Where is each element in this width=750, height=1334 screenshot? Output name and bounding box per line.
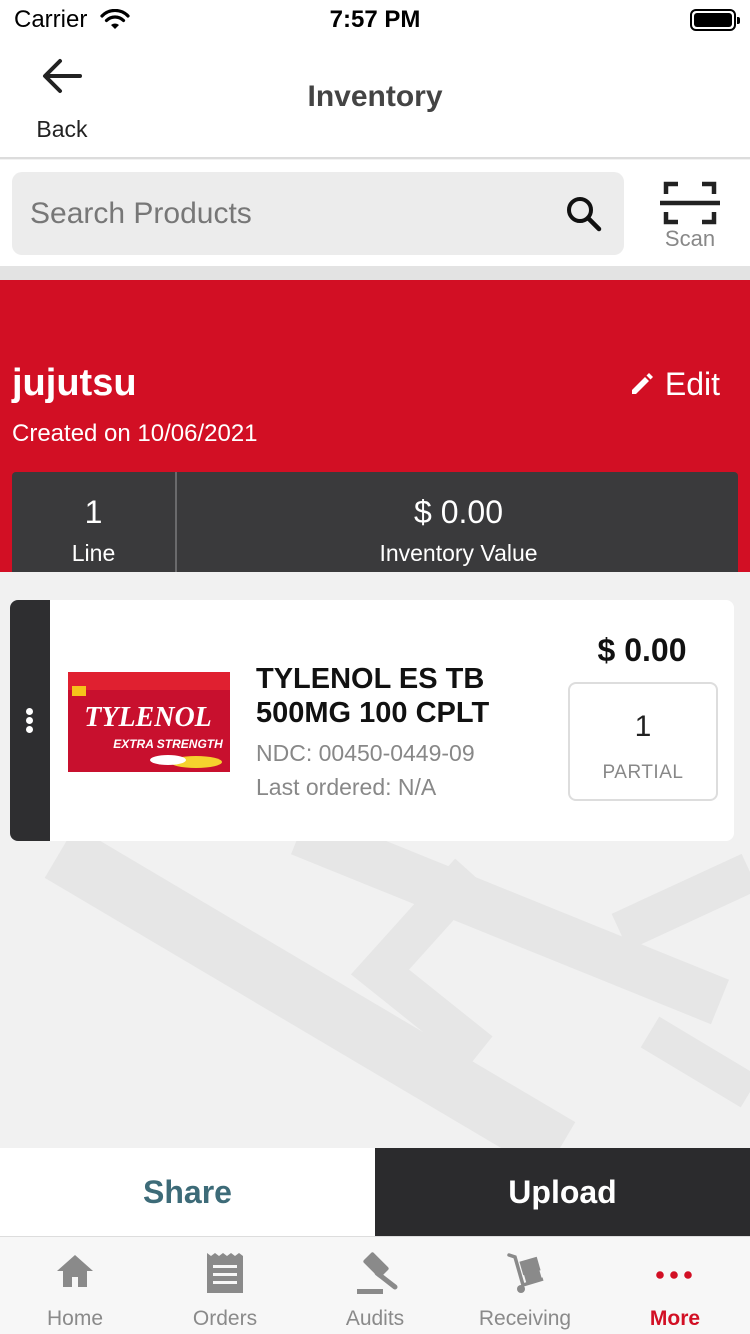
product-last-ordered: Last ordered: N/A: [256, 774, 437, 800]
edit-label: Edit: [664, 365, 720, 402]
quantity-value: 1: [634, 710, 652, 743]
scan-button[interactable]: Scan: [650, 174, 730, 254]
quantity-unit: PARTIAL: [602, 762, 684, 783]
tab-label: Home: [46, 1307, 104, 1330]
product-ndc: NDC: 00450-0449-09: [256, 740, 475, 766]
tab-label: Audits: [345, 1307, 405, 1330]
tab-label: More: [649, 1307, 701, 1330]
page-title: Inventory: [307, 80, 443, 113]
upload-button[interactable]: Upload: [375, 1148, 750, 1236]
tab-receiving[interactable]: Receiving: [450, 1237, 600, 1334]
pencil-icon: [631, 373, 653, 394]
tab-more[interactable]: More: [600, 1237, 750, 1334]
search-box: [12, 172, 624, 255]
search-input[interactable]: [30, 172, 550, 255]
tab-home[interactable]: Home: [0, 1237, 150, 1334]
tab-orders[interactable]: Orders: [150, 1237, 300, 1334]
product-image-brand: TYLENOL: [84, 702, 212, 733]
barcode-scan-icon: [660, 181, 720, 225]
tab-label: Receiving: [478, 1307, 572, 1330]
back-label: Back: [36, 116, 88, 142]
nav-bar: Back Inventory: [0, 40, 750, 159]
product-card[interactable]: TYLENOL EXTRA STRENGTH TYLENOL ES TB 500…: [10, 600, 734, 841]
divider: [0, 266, 750, 280]
product-price: $ 0.00: [597, 632, 687, 668]
line-count-stat: 1 Line: [12, 472, 177, 581]
search-row: Scan: [0, 160, 750, 266]
tab-audits[interactable]: Audits: [300, 1237, 450, 1334]
card-options-handle[interactable]: [10, 600, 50, 841]
more-vertical-icon: [26, 708, 33, 715]
action-bar: Share Upload: [0, 1148, 750, 1236]
share-button[interactable]: Share: [0, 1148, 375, 1236]
gavel-icon: [357, 1252, 398, 1294]
more-dots-icon: [656, 1271, 692, 1279]
inventory-value-label: Inventory Value: [379, 540, 538, 566]
home-icon: [57, 1255, 93, 1287]
edit-button[interactable]: Edit: [629, 364, 720, 404]
product-image-subtitle: EXTRA STRENGTH: [113, 737, 223, 751]
inventory-value-stat: $ 0.00 Inventory Value: [179, 472, 738, 581]
search-icon[interactable]: [564, 194, 604, 234]
hand-truck-icon: [507, 1253, 544, 1293]
line-count-label: Line: [71, 540, 116, 566]
scan-label: Scan: [664, 226, 716, 251]
tab-bar: Home Orders Audits Receiving More: [0, 1236, 750, 1334]
quantity-input[interactable]: 1 PARTIAL: [568, 682, 718, 801]
product-name: TYLENOL ES TB 500MG 100 CPLT: [256, 663, 490, 729]
inventory-name: jujutsu: [12, 362, 137, 404]
inventory-value: $ 0.00: [414, 494, 503, 530]
status-bar: Carrier 7:57 PM: [0, 0, 750, 40]
line-count-value: 1: [84, 494, 103, 530]
inventory-created-date: Created on 10/06/2021: [12, 420, 258, 447]
clock: 7:57 PM: [329, 6, 421, 33]
inventory-stats: 1 Line $ 0.00 Inventory Value: [12, 472, 738, 581]
tab-label: Orders: [192, 1307, 258, 1330]
product-image: TYLENOL EXTRA STRENGTH: [68, 672, 230, 772]
battery-icon: [690, 9, 740, 31]
receipt-icon: [207, 1253, 243, 1293]
